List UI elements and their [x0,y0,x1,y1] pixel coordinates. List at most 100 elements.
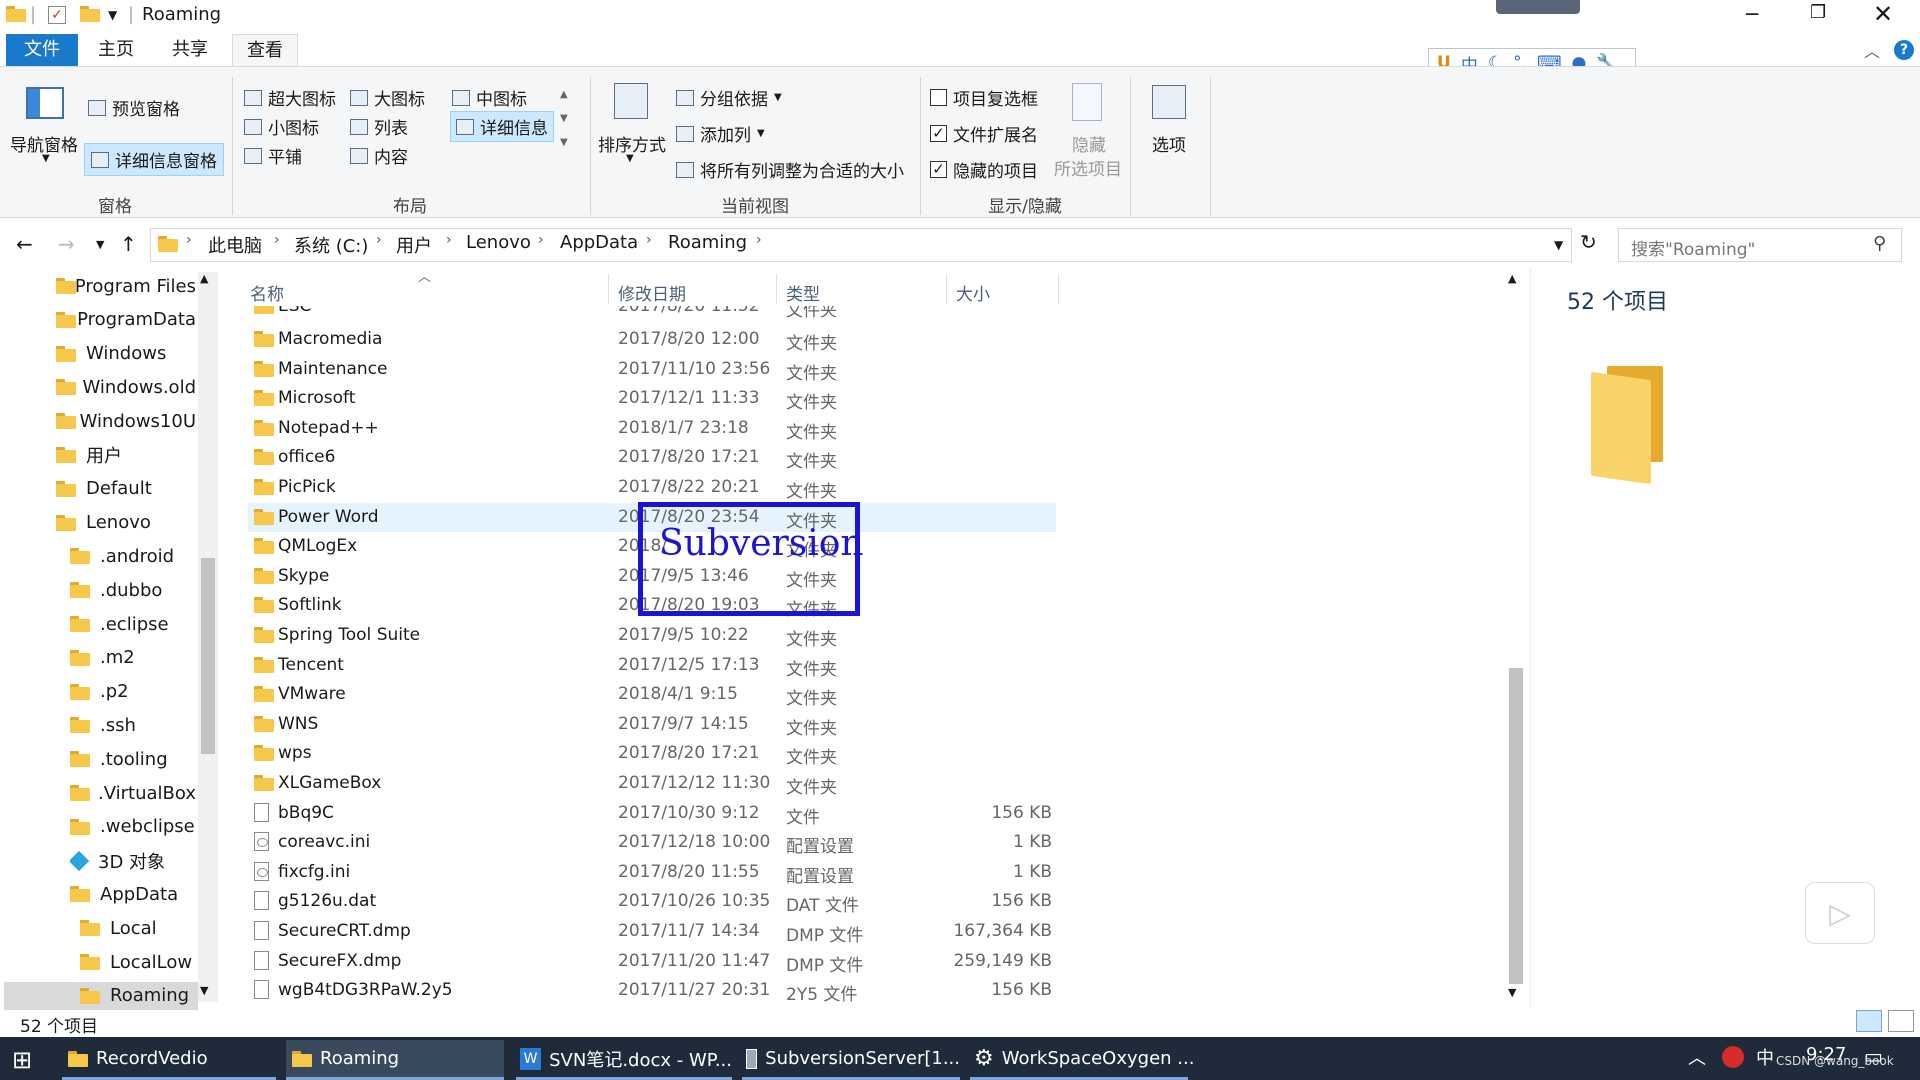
scroll-down-icon[interactable]: ▼ [200,984,208,997]
thumbnail-view-icon[interactable] [1888,1010,1914,1032]
taskbar-item-subversion[interactable]: SubversionServer[1... [742,1040,960,1080]
layout-content[interactable]: 内容 [350,143,408,168]
qat-dropdown-icon[interactable]: ▼ [108,8,117,22]
sort-icon[interactable] [614,83,648,119]
help-icon[interactable]: ? [1894,40,1914,60]
file-scrollbar[interactable]: ▲ ▼ [1506,272,1526,1004]
nav-item[interactable]: AppData [70,880,196,908]
capture-handle[interactable] [1496,0,1580,14]
play-icon[interactable]: ▷ [1805,882,1875,944]
close-icon[interactable]: ✕ [1873,0,1893,28]
nav-item[interactable]: .m2 [70,644,196,672]
taskbar-item-roaming[interactable]: Roaming [286,1040,504,1080]
col-divider[interactable] [776,274,777,304]
tray-expand-icon[interactable]: ︿ [1688,1044,1706,1070]
restore-icon[interactable]: ❐ [1810,2,1826,23]
search-icon[interactable]: ⚲ [1873,233,1886,254]
crumb-separator[interactable]: › [186,232,192,248]
group-by-button[interactable]: 分组依据 ▼ [676,85,782,110]
tab-home[interactable]: 主页 [86,34,146,66]
nav-item[interactable]: 用户 [56,441,196,469]
file-row[interactable]: PicPick 2017/8/22 20:21 文件夹 [248,473,1056,502]
tray-ime[interactable]: 中 [1756,1044,1774,1070]
nav-item[interactable]: .p2 [70,678,196,706]
checkbox-checked[interactable]: ✓ [930,161,947,178]
nav-item[interactable]: 3D 对象 [70,847,196,875]
tab-file[interactable]: 文件 [6,34,78,66]
file-row[interactable]: Microsoft 2017/12/1 11:33 文件夹 [248,384,1056,413]
windows-start-icon[interactable]: ⊞ [12,1046,32,1074]
file-row[interactable]: WNS 2017/9/7 14:15 文件夹 [248,710,1056,739]
col-header-type[interactable]: 类型 [786,280,820,305]
nav-item[interactable]: Default [56,475,196,503]
nav-item[interactable]: .tooling [70,745,196,773]
collapse-ribbon-icon[interactable]: ︿ [1864,38,1880,62]
file-row[interactable]: Notepad++ 2018/1/7 23:18 文件夹 [248,414,1056,443]
col-header-size[interactable]: 大小 [956,280,990,305]
up-icon[interactable]: ↑ [120,232,137,256]
nav-item[interactable]: .webclipse [70,813,196,841]
details-view-icon[interactable] [1856,1010,1882,1032]
preview-pane-button[interactable]: 预览窗格 [88,95,180,120]
scroll-thumb[interactable] [1509,668,1523,984]
nav-item[interactable]: .ssh [70,711,196,739]
file-row[interactable]: fixcfg.ini 2017/8/20 11:55 配置设置 1 KB [248,858,1056,887]
crumb-separator[interactable]: › [376,232,382,248]
tab-view[interactable]: 查看 [232,34,298,67]
file-row[interactable]: SecureFX.dmp 2017/11/20 11:47 DMP 文件 259,14… [248,947,1056,976]
file-row[interactable]: g5126u.dat 2017/10/26 10:35 DAT 文件 156 KB [248,887,1056,916]
nav-item[interactable]: .eclipse [70,610,196,638]
file-row[interactable]: coreavc.ini 2017/12/18 10:00 配置设置 1 KB [248,828,1056,857]
file-row[interactable]: XLGameBox 2017/12/12 11:30 文件夹 [248,769,1056,798]
nav-item[interactable]: .android [70,542,196,570]
nav-item[interactable]: Lenovo [56,509,196,537]
file-row[interactable]: Macromedia 2017/8/20 12:00 文件夹 [248,325,1056,354]
file-row[interactable]: SecureCRT.dmp 2017/11/7 14:34 DMP 文件 167,36… [248,917,1056,946]
hide-selected-icon[interactable] [1072,83,1102,121]
nav-item[interactable]: Local [80,914,196,942]
nav-item[interactable]: .dubbo [70,576,196,604]
nav-scrollbar[interactable]: ▲ ▼ [198,272,218,1002]
nav-item[interactable]: .VirtualBox [70,779,196,807]
details-pane-button[interactable]: 详细信息窗格 [84,143,224,176]
hidden-items-toggle[interactable]: ✓ 隐藏的项目 [930,157,1038,182]
properties-icon[interactable]: ✓ [48,6,66,24]
search-input[interactable]: 搜索"Roaming" ⚲ [1618,228,1902,262]
file-row[interactable]: VMware 2018/4/1 9:15 文件夹 [248,680,1056,709]
back-icon[interactable]: ← [16,232,33,256]
layout-medium-icons[interactable]: 中图标 [452,85,527,110]
col-divider[interactable] [608,274,609,304]
file-row[interactable]: bBq9C 2017/10/30 9:12 文件 156 KB [248,799,1056,828]
layout-large-icons[interactable]: 大图标 [350,85,425,110]
scroll-thumb[interactable] [201,558,215,754]
add-column-button[interactable]: 添加列 ▼ [676,121,765,146]
scroll-down-icon[interactable]: ▼ [1508,986,1516,999]
crumb-separator[interactable]: › [646,232,652,248]
col-header-date[interactable]: 修改日期 [618,280,686,305]
layout-list[interactable]: 列表 [350,114,408,139]
crumb-c-drive[interactable]: 系统 (C:) [294,232,368,258]
address-dropdown-icon[interactable]: ▼ [1554,238,1563,252]
options-icon[interactable] [1152,85,1186,119]
forward-icon[interactable]: → [58,232,75,256]
refresh-icon[interactable]: ↻ [1580,230,1597,254]
file-row[interactable]: wgB4tDG3RPaW.2y5 2017/11/27 20:31 2Y5 文件 15… [248,976,1056,1005]
file-row[interactable]: Maintenance 2017/11/10 23:56 文件夹 [248,355,1056,384]
crumb-lenovo[interactable]: Lenovo [466,232,531,253]
file-row[interactable]: ESC 2017/8/20 11:52 文件夹 [248,306,1056,321]
file-row[interactable]: Tencent 2017/12/5 17:13 文件夹 [248,651,1056,680]
nav-item[interactable]: Windows [56,340,196,368]
crumb-this-pc[interactable]: 此电脑 [208,232,262,258]
taskbar-item-recordvedio[interactable]: RecordVedio [62,1040,276,1080]
item-checkbox-toggle[interactable]: 项目复选框 [930,85,1038,110]
nav-item[interactable]: Windows10U [56,407,196,435]
crumb-separator[interactable]: › [756,232,762,248]
scroll-up-icon[interactable]: ▲ [200,272,208,285]
crumb-appdata[interactable]: AppData [560,232,638,253]
checkbox-checked[interactable]: ✓ [930,125,947,142]
file-ext-toggle[interactable]: ✓ 文件扩展名 [930,121,1038,146]
layout-scroll[interactable]: ▲ ▼ ▼ [560,83,568,155]
checkbox-unchecked[interactable] [930,89,947,106]
crumb-separator[interactable]: › [274,232,280,248]
chevron-down-icon[interactable]: ▼ [42,153,50,164]
